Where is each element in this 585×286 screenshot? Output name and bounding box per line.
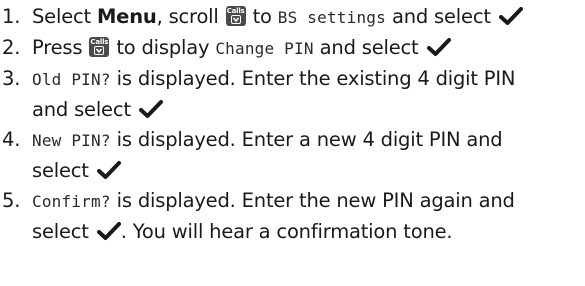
calls-down-key-icon: Calls (225, 6, 246, 26)
lcd-text: New PIN? (32, 131, 111, 150)
step-text: Select Menu, scroll Calls to BS settings… (32, 2, 585, 33)
step-text: New PIN? is displayed. Enter a new 4 dig… (32, 128, 503, 182)
step-number: 4. (2, 128, 21, 151)
step-3: 3. Old PIN? is displayed. Enter the exis… (0, 64, 585, 125)
tick-icon (138, 100, 163, 118)
step-text: Confirm? is displayed. Enter the new PIN… (32, 189, 515, 243)
menu-label: Menu (96, 5, 157, 28)
lcd-text: BS settings (277, 8, 386, 27)
step-number: 1. (2, 5, 21, 28)
tick-icon (498, 7, 523, 25)
lcd-text: Change PIN (215, 39, 314, 58)
instruction-steps: 1. Select Menu, scroll Calls to BS setti… (0, 2, 585, 247)
step-4: 4. New PIN? is displayed. Enter a new 4 … (0, 125, 585, 186)
calls-down-key-icon: Calls (89, 37, 110, 57)
step-2: 2. Press Calls to display Change PIN and… (0, 33, 585, 64)
step-5: 5. Confirm? is displayed. Enter the new … (0, 186, 585, 247)
step-1: 1. Select Menu, scroll Calls to BS setti… (0, 2, 585, 33)
tick-icon (96, 222, 121, 240)
lcd-text: Confirm? (32, 192, 111, 211)
lcd-text: Old PIN? (32, 70, 111, 89)
step-number: 5. (2, 189, 21, 212)
step-text: Press Calls to display Change PIN and se… (32, 33, 585, 64)
tick-icon (426, 38, 451, 56)
step-text: Old PIN? is displayed. Enter the existin… (32, 67, 516, 121)
step-number: 2. (2, 36, 21, 59)
tick-icon (96, 161, 121, 179)
step-number: 3. (2, 67, 21, 90)
